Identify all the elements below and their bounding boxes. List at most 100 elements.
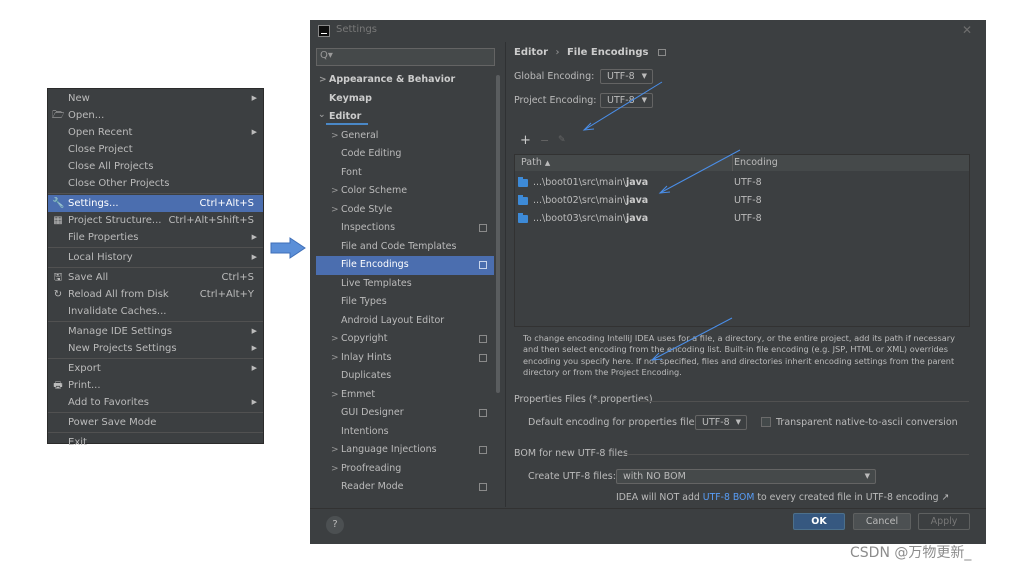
menu-item-close-other-projects[interactable]: Close Other Projects bbox=[48, 175, 263, 192]
expand-arrow-icon[interactable]: > bbox=[331, 182, 339, 201]
properties-encoding-select[interactable]: UTF-8 ▼ bbox=[695, 415, 747, 430]
project-encoding-select[interactable]: UTF-8 ▼ bbox=[600, 93, 653, 108]
edit-icon[interactable]: ✎ bbox=[558, 135, 566, 145]
menu-item-open-recent[interactable]: Open Recent ▶ bbox=[48, 124, 263, 141]
chevron-down-icon: ▼ bbox=[641, 96, 647, 104]
file-encodings-panel: Editor › File Encodings Global Encoding:… bbox=[506, 42, 986, 512]
tree-item-emmet[interactable]: > Emmet bbox=[316, 386, 494, 405]
global-encoding-select[interactable]: UTF-8 ▼ bbox=[600, 69, 653, 84]
submenu-arrow-icon: ▶ bbox=[251, 128, 257, 136]
help-button[interactable]: ? bbox=[326, 516, 344, 534]
tree-item-file-encodings[interactable]: File Encodings bbox=[316, 256, 494, 275]
column-divider[interactable] bbox=[732, 155, 733, 171]
row-path: ...\boot01\src\main\java bbox=[533, 177, 649, 188]
chevron-down-icon: ▼ bbox=[735, 418, 741, 426]
table-header: Path ▲ Encoding bbox=[515, 155, 969, 171]
folder-icon bbox=[518, 177, 528, 187]
expand-arrow-icon[interactable]: > bbox=[331, 330, 339, 349]
tree-item-font[interactable]: Font bbox=[316, 164, 494, 183]
column-header-encoding[interactable]: Encoding bbox=[734, 155, 778, 171]
reload-icon: ↻ bbox=[53, 289, 63, 300]
menu-item-invalidate-caches[interactable]: Invalidate Caches... bbox=[48, 303, 263, 320]
tree-scrollbar[interactable] bbox=[496, 75, 500, 393]
add-icon[interactable]: + bbox=[520, 133, 531, 148]
menu-item-new-projects-settings[interactable]: New Projects Settings ▶ bbox=[48, 340, 263, 357]
tree-item-gui-designer[interactable]: GUI Designer bbox=[316, 404, 494, 423]
tree-item-code-editing[interactable]: Code Editing bbox=[316, 145, 494, 164]
apply-button[interactable]: Apply bbox=[918, 513, 970, 530]
menu-separator bbox=[48, 321, 263, 322]
tree-item-language-injections[interactable]: > Language Injections bbox=[316, 441, 494, 460]
table-row[interactable]: ...\boot02\src\main\java UTF-8 bbox=[515, 192, 969, 210]
tree-item-inlay-hints[interactable]: > Inlay Hints bbox=[316, 349, 494, 368]
expand-arrow-icon[interactable]: > bbox=[331, 386, 339, 405]
menu-item-local-history[interactable]: Local History ▶ bbox=[48, 249, 263, 266]
tree-item-appearance-behavior[interactable]: > Appearance & Behavior bbox=[316, 71, 494, 90]
tree-item-android-layout-editor[interactable]: Android Layout Editor bbox=[316, 312, 494, 331]
close-icon[interactable]: ✕ bbox=[962, 23, 972, 37]
expand-arrow-icon[interactable]: > bbox=[331, 127, 339, 146]
encodings-table: Path ▲ Encoding ...\boot01\src\main\java… bbox=[514, 154, 970, 327]
submenu-arrow-icon: ▶ bbox=[251, 94, 257, 102]
tree-item-file-and-code-templates[interactable]: File and Code Templates bbox=[316, 238, 494, 257]
project-settings-icon bbox=[479, 483, 487, 491]
expand-arrow-icon[interactable]: > bbox=[331, 201, 339, 220]
menu-item-exit[interactable]: Exit bbox=[48, 434, 263, 451]
menu-item-export[interactable]: Export ▶ bbox=[48, 360, 263, 377]
bom-section-title: BOM for new UTF-8 files bbox=[514, 448, 628, 459]
menu-item-open[interactable]: 🗁 Open... bbox=[48, 107, 263, 124]
tree-item-intentions[interactable]: Intentions bbox=[316, 423, 494, 442]
tree-item-inspections[interactable]: Inspections bbox=[316, 219, 494, 238]
column-header-path[interactable]: Path ▲ bbox=[521, 155, 550, 171]
tree-item-reader-mode[interactable]: Reader Mode bbox=[316, 478, 494, 497]
shortcut-label: Ctrl+Alt+S bbox=[199, 198, 254, 209]
tree-item-live-templates[interactable]: Live Templates bbox=[316, 275, 494, 294]
tree-item-duplicates[interactable]: Duplicates bbox=[316, 367, 494, 386]
menu-item-new[interactable]: New ▶ bbox=[48, 90, 263, 107]
expand-arrow-icon[interactable]: > bbox=[331, 349, 339, 368]
menu-item-settings[interactable]: 🔧 Settings... Ctrl+Alt+S bbox=[48, 195, 263, 212]
project-settings-icon bbox=[479, 335, 487, 343]
menu-item-close-all-projects[interactable]: Close All Projects bbox=[48, 158, 263, 175]
transparent-conversion-checkbox[interactable] bbox=[761, 417, 771, 427]
row-path: ...\boot03\src\main\java bbox=[533, 213, 649, 224]
settings-search-input[interactable]: Q▾ bbox=[316, 48, 495, 66]
expand-arrow-icon[interactable]: > bbox=[319, 71, 327, 90]
menu-item-print[interactable]: 🖶 Print... bbox=[48, 377, 263, 394]
ok-button[interactable]: OK bbox=[793, 513, 845, 530]
tree-item-color-scheme[interactable]: > Color Scheme bbox=[316, 182, 494, 201]
menu-item-manage-ide-settings[interactable]: Manage IDE Settings ▶ bbox=[48, 323, 263, 340]
tree-item-file-types[interactable]: File Types bbox=[316, 293, 494, 312]
expand-arrow-icon[interactable]: > bbox=[331, 441, 339, 460]
menu-item-close-project[interactable]: Close Project bbox=[48, 141, 263, 158]
collapse-arrow-icon[interactable]: ⌄ bbox=[318, 106, 326, 125]
utf8-bom-link[interactable]: UTF-8 BOM bbox=[703, 492, 755, 503]
row-encoding[interactable]: UTF-8 bbox=[734, 192, 762, 210]
row-encoding[interactable]: UTF-8 bbox=[734, 174, 762, 192]
menu-item-add-to-favorites[interactable]: Add to Favorites ▶ bbox=[48, 394, 263, 411]
global-encoding-label: Global Encoding: bbox=[514, 71, 595, 82]
tree-item-keymap[interactable]: Keymap bbox=[316, 90, 494, 109]
table-row[interactable]: ...\boot01\src\main\java UTF-8 bbox=[515, 174, 969, 192]
create-utf8-select[interactable]: with NO BOM ▼ bbox=[616, 469, 876, 484]
menu-separator bbox=[48, 358, 263, 359]
remove-icon[interactable]: − bbox=[540, 134, 549, 147]
save-icon: 🖫 bbox=[53, 272, 63, 283]
folder-icon bbox=[518, 213, 528, 223]
shortcut-label: Ctrl+S bbox=[221, 272, 254, 283]
help-text: To change encoding IntelliJ IDEA uses fo… bbox=[523, 333, 955, 377]
table-row[interactable]: ...\boot03\src\main\java UTF-8 bbox=[515, 210, 969, 228]
menu-item-power-save-mode[interactable]: Power Save Mode bbox=[48, 414, 263, 431]
tree-item-code-style[interactable]: > Code Style bbox=[316, 201, 494, 220]
row-encoding[interactable]: UTF-8 bbox=[734, 210, 762, 228]
expand-arrow-icon[interactable]: > bbox=[331, 460, 339, 479]
menu-item-save-all[interactable]: 🖫 Save All Ctrl+S bbox=[48, 269, 263, 286]
tree-item-copyright[interactable]: > Copyright bbox=[316, 330, 494, 349]
menu-item-reload-from-disk[interactable]: ↻ Reload All from Disk Ctrl+Alt+Y bbox=[48, 286, 263, 303]
cancel-button[interactable]: Cancel bbox=[853, 513, 911, 530]
menu-item-project-structure[interactable]: ▦ Project Structure... Ctrl+Alt+Shift+S bbox=[48, 212, 263, 229]
tree-item-general[interactable]: > General bbox=[316, 127, 494, 146]
section-divider bbox=[639, 401, 969, 402]
menu-item-file-properties[interactable]: File Properties ▶ bbox=[48, 229, 263, 246]
tree-item-proofreading[interactable]: > Proofreading bbox=[316, 460, 494, 479]
